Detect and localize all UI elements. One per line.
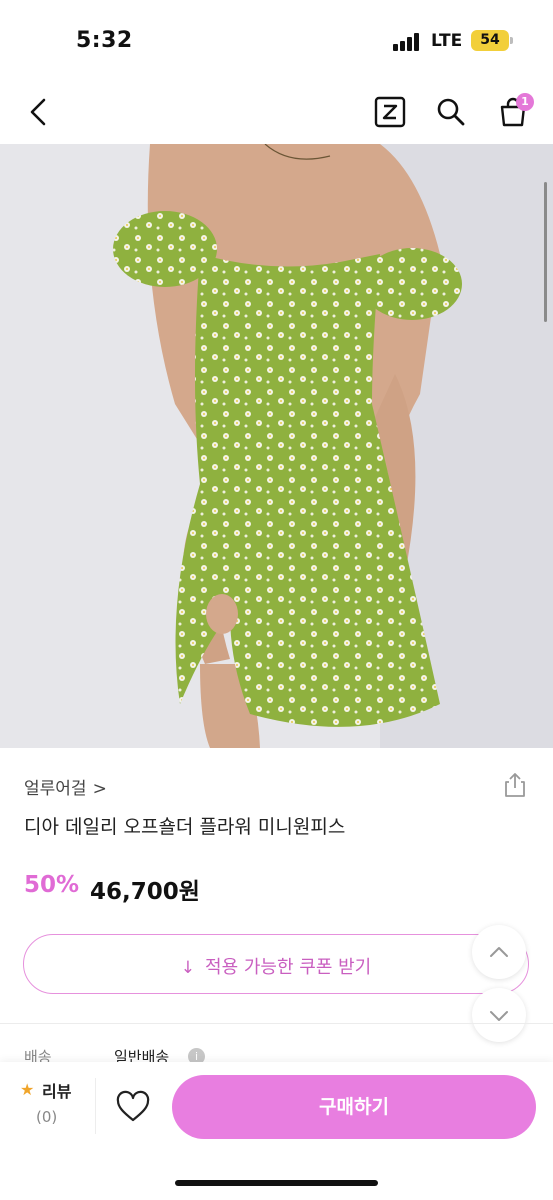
network-label: LTE [431,31,463,51]
coupon-label: 적용 가능한 쿠폰 받기 [205,957,372,978]
brand-link[interactable]: 얼루어걸 > [24,774,107,799]
search-icon[interactable] [433,94,469,130]
share-icon[interactable] [500,770,530,800]
buy-label: 구매하기 [319,1096,389,1118]
product-title: 디아 데일리 오프숄더 플라워 미니원피스 [24,816,346,838]
status-bar: 5:32 LTE 54 [0,0,553,80]
product-photo [0,144,553,748]
sale-price: 46,700원 [90,879,200,905]
home-indicator [175,1180,378,1186]
chevron-down-icon [490,1011,508,1021]
zigzag-logo-icon[interactable] [372,94,408,130]
buy-button[interactable]: 구매하기 [172,1075,536,1139]
coupon-label-row: ↓ 적용 가능한 쿠폰 받기 [24,953,528,979]
chevron-up-icon [490,947,508,957]
bottom-divider [95,1078,96,1134]
image-scrollbar[interactable] [544,182,547,322]
review-label: 리뷰 [42,1082,72,1101]
battery-icon: 54 [471,30,509,51]
brand-name: 얼루어걸 [24,779,87,799]
signal-icon [393,33,423,51]
battery-level: 54 [480,32,500,48]
brand-chevron: > [92,779,107,799]
cart-badge: 1 [516,93,534,111]
star-icon: ★ [20,1080,35,1099]
product-image[interactable] [0,144,553,748]
heart-icon[interactable] [115,1090,151,1124]
coupon-button[interactable]: ↓ 적용 가능한 쿠폰 받기 [23,934,529,994]
download-icon: ↓ [180,958,196,978]
scroll-up-button[interactable] [472,925,526,979]
discount-rate: 50% [24,872,80,898]
review-summary[interactable]: ★ 리뷰 (0) [18,1078,80,1132]
battery-cap [510,37,513,44]
section-divider [0,1023,553,1024]
status-time: 5:32 [76,28,133,53]
scroll-down-button[interactable] [472,988,526,1042]
review-count: (0) [36,1108,58,1126]
back-icon[interactable] [22,94,58,130]
nav-bar [0,82,553,144]
